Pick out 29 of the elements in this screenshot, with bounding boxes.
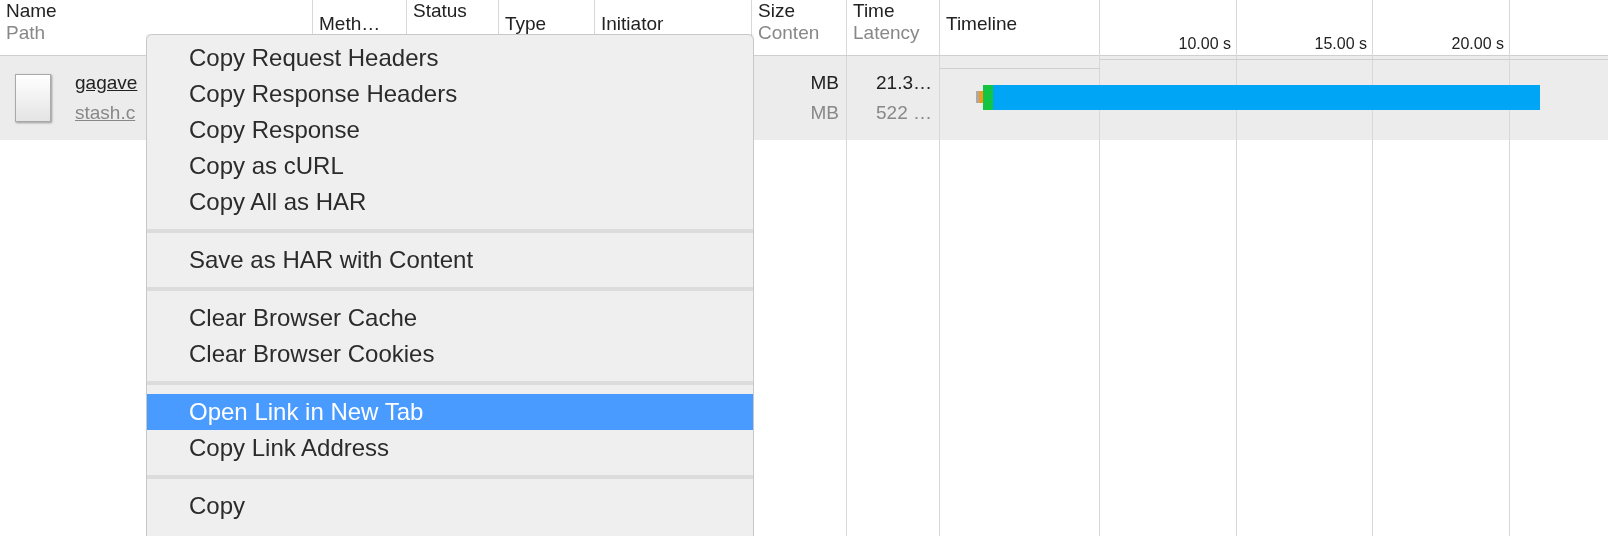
menu-item[interactable]: Copy All as HAR <box>147 184 753 220</box>
content-size-value: MB <box>810 101 839 125</box>
column-subheader[interactable]: Latency <box>853 22 934 44</box>
column-header[interactable]: Type <box>505 13 589 35</box>
menu-item[interactable]: Save as HAR with Content <box>147 242 753 278</box>
menu-item[interactable]: Copy Response <box>147 112 753 148</box>
request-name-link[interactable]: gagave <box>75 68 138 98</box>
menu-item[interactable]: Clear Browser Cookies <box>147 336 753 372</box>
column-header[interactable]: Size <box>758 0 841 22</box>
timeline-tick-label: 20.00 s <box>1451 34 1504 54</box>
timeline-tick-label: 15.00 s <box>1314 34 1367 54</box>
column-header[interactable]: Name <box>6 0 307 22</box>
time-value: 21.3… <box>876 71 932 95</box>
size-value: MB <box>810 71 839 95</box>
timeline-tick-label: 10.00 s <box>1178 34 1231 54</box>
menu-item[interactable]: Copy as cURL <box>147 148 753 184</box>
latency-value: 522 … <box>876 101 932 125</box>
menu-item[interactable]: Copy Response Headers <box>147 76 753 112</box>
menu-item[interactable]: Copy Request Headers <box>147 40 753 76</box>
column-subheader[interactable]: Conten <box>758 22 841 44</box>
column-header[interactable]: Timeline <box>946 13 1094 35</box>
column-header[interactable]: Time <box>853 0 934 22</box>
column-header[interactable]: Initiator <box>601 13 746 35</box>
menu-item[interactable]: Copy Link Address <box>147 430 753 466</box>
column-header[interactable]: Status <box>413 0 493 22</box>
menu-item[interactable]: Copy <box>147 488 753 524</box>
menu-item[interactable]: Clear Browser Cache <box>147 300 753 336</box>
file-icon <box>15 74 51 122</box>
column-header[interactable]: Meth… <box>319 13 401 35</box>
